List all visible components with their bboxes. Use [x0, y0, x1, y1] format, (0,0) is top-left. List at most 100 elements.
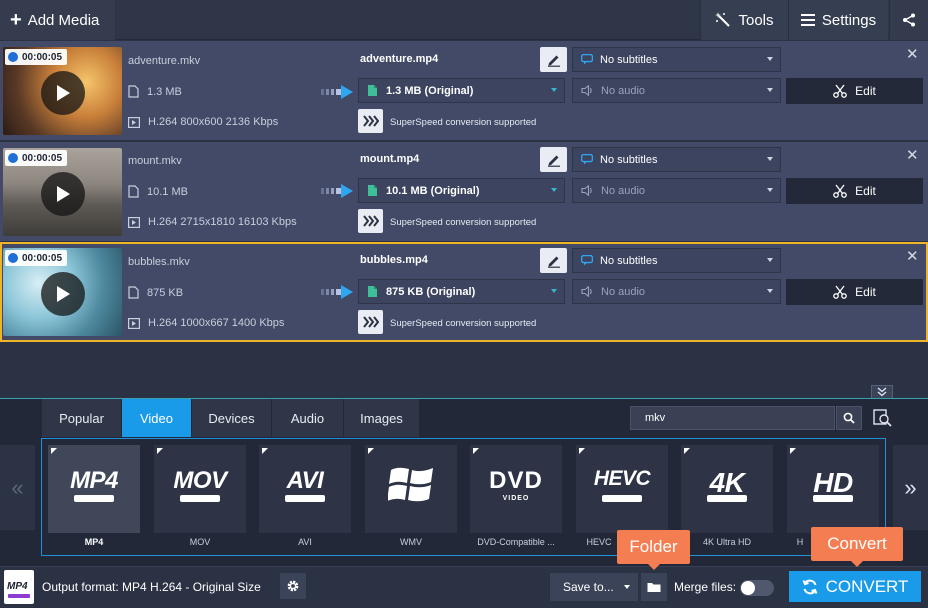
source-size: 1.3 MB [128, 85, 182, 98]
merge-files-label: Merge files: [674, 580, 737, 594]
output-size-dropdown[interactable]: 10.1 MB (Original) [358, 178, 565, 203]
dvd-disc-icon: VIDEO [502, 495, 530, 502]
share-button[interactable] [889, 0, 928, 40]
scroll-right-button[interactable]: » [893, 445, 928, 530]
tab-devices[interactable]: Devices [192, 399, 272, 437]
gear-icon [287, 580, 299, 592]
format-tile-avi[interactable]: AVI [259, 445, 351, 533]
remove-file-button[interactable]: ✕ [906, 47, 919, 62]
scroll-left-button[interactable]: « [0, 445, 35, 530]
rename-button[interactable] [540, 147, 567, 172]
play-button[interactable] [41, 172, 85, 216]
mov-logo: MOV [173, 467, 227, 494]
tools-button[interactable]: Tools [700, 0, 788, 40]
video-thumbnail[interactable]: 00:00:05 [3, 148, 122, 236]
tab-video[interactable]: Video [122, 399, 192, 437]
avi-logo: AVI [286, 467, 324, 494]
subtitles-dropdown[interactable]: No subtitles [572, 147, 781, 172]
scissors-icon [833, 84, 848, 98]
file-icon [368, 85, 377, 96]
audio-dropdown[interactable]: No audio [572, 279, 781, 304]
collapse-panel-button[interactable] [871, 385, 893, 399]
play-button[interactable] [41, 71, 85, 115]
chevron-down-icon [767, 157, 773, 161]
remove-file-button[interactable]: ✕ [906, 249, 919, 264]
remove-file-button[interactable]: ✕ [906, 148, 919, 163]
format-search-input[interactable] [630, 406, 835, 430]
format-tile-mp4[interactable]: MP4 [48, 445, 140, 533]
tab-images[interactable]: Images [344, 399, 420, 437]
video-strip-icon [180, 495, 220, 502]
source-codec: H.264 2715x1810 16103 Kbps [128, 216, 297, 228]
speech-bubble-icon [581, 154, 593, 165]
play-button[interactable] [41, 272, 85, 316]
subtitles-dropdown[interactable]: No subtitles [572, 248, 781, 273]
scissors-icon [833, 285, 848, 299]
rename-button[interactable] [540, 248, 567, 273]
chevron-down-icon [551, 289, 557, 293]
convert-button[interactable]: CONVERT [789, 571, 921, 602]
audio-dropdown[interactable]: No audio [572, 78, 781, 103]
audio-dropdown[interactable]: No audio [572, 178, 781, 203]
search-icon [843, 412, 855, 424]
convert-callout: Convert [811, 527, 903, 567]
tab-audio[interactable]: Audio [272, 399, 344, 437]
add-media-button[interactable]: + Add Media [0, 0, 115, 40]
speech-bubble-icon [581, 255, 593, 266]
chevron-down-icon [767, 188, 773, 192]
output-filename: bubbles.mp4 [360, 254, 428, 266]
format-tile-hd[interactable]: HD [787, 445, 879, 533]
video-thumbnail[interactable]: 00:00:05 [3, 248, 122, 336]
refresh-icon [802, 579, 818, 594]
format-tile-hevc[interactable]: HEVC [576, 445, 668, 533]
detect-device-button[interactable] [870, 406, 896, 430]
format-label: WMV [400, 537, 422, 547]
output-size-dropdown[interactable]: 1.3 MB (Original) [358, 78, 565, 103]
file-icon [128, 185, 139, 198]
pencil-icon [547, 256, 560, 268]
settings-button[interactable]: Settings [788, 0, 888, 40]
edit-button[interactable]: Edit [786, 279, 923, 305]
dvd-logo: DVD [489, 467, 543, 494]
windows-logo-icon [388, 467, 433, 502]
hamburger-menu-icon [800, 14, 815, 26]
format-settings-button[interactable] [280, 573, 306, 599]
file-row[interactable]: 00:00:05 mount.mkv 10.1 MB H.264 2715x18… [0, 142, 928, 242]
format-tile-dvd[interactable]: DVD VIDEO [470, 445, 562, 533]
speaker-icon [581, 185, 592, 196]
add-media-label: Add Media [27, 11, 100, 29]
output-size-dropdown[interactable]: 875 KB (Original) [358, 279, 565, 304]
pencil-icon [547, 155, 560, 167]
rename-button[interactable] [540, 47, 567, 72]
save-to-dropdown[interactable]: Save to... [550, 573, 638, 601]
drop-area [0, 343, 928, 395]
video-thumbnail[interactable]: 00:00:05 [3, 47, 122, 135]
subtitles-dropdown[interactable]: No subtitles [572, 47, 781, 72]
corner-flag-icon [473, 448, 479, 454]
merge-files-toggle[interactable] [740, 580, 774, 596]
folder-callout: Folder [617, 530, 690, 570]
video-strip-icon [813, 495, 853, 502]
edit-button[interactable]: Edit [786, 78, 923, 104]
corner-flag-icon [368, 448, 374, 454]
output-format-icon[interactable]: MP4 [4, 570, 34, 604]
search-button[interactable] [836, 406, 862, 430]
corner-flag-icon [579, 448, 585, 454]
source-size: 875 KB [128, 286, 183, 299]
source-filename: bubbles.mkv [128, 256, 190, 268]
film-icon [128, 216, 140, 228]
format-tile-wmv[interactable] [365, 445, 457, 533]
format-tile-4k[interactable]: 4K [681, 445, 773, 533]
mp4-logo: MP4 [70, 467, 118, 494]
tab-popular[interactable]: Popular [42, 399, 122, 437]
format-tile-mov[interactable]: MOV [154, 445, 246, 533]
open-folder-button[interactable] [641, 573, 667, 601]
chevron-down-icon [551, 188, 557, 192]
superspeed-badge [358, 209, 383, 233]
edit-button[interactable]: Edit [786, 178, 923, 204]
file-row[interactable]: 00:00:05 adventure.mkv 1.3 MB H.264 800x… [0, 41, 928, 141]
file-row[interactable]: 00:00:05 bubbles.mkv 875 KB H.264 1000x6… [0, 242, 928, 342]
output-filename: mount.mp4 [360, 153, 420, 165]
video-strip-icon [74, 495, 114, 502]
duration-badge: 00:00:05 [5, 49, 68, 65]
